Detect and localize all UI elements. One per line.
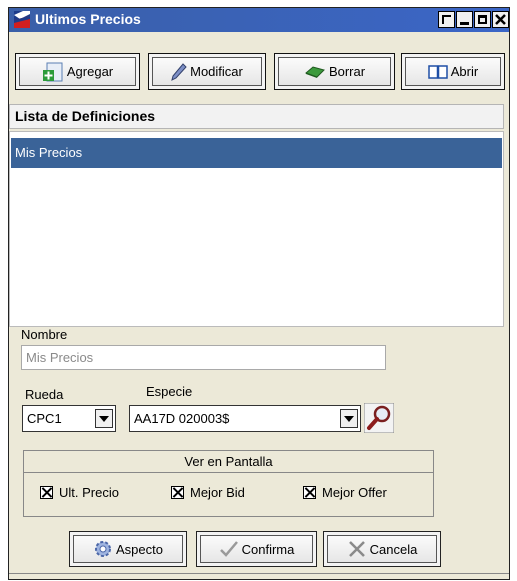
close-button[interactable] [492,11,509,28]
open-book-icon [428,64,448,79]
definitions-list[interactable]: Mis Precios [9,131,504,327]
title-bar[interactable]: Ultimos Precios [9,8,509,32]
especie-label: Especie [146,384,193,399]
name-field[interactable]: Mis Precios [21,345,386,370]
minimize-button[interactable] [456,11,473,28]
window-title: Ultimos Precios [35,11,141,27]
checkbox-label: Mejor Bid [190,485,245,500]
cancel-x-icon [348,541,365,557]
rueda-value: CPC1 [27,411,62,426]
minimize-icon [460,22,469,25]
checkmark-icon [219,541,238,557]
aspect-button-label: Aspecto [116,541,163,557]
group-title: Ver en Pantalla [24,451,433,473]
aspect-button[interactable]: Aspecto [69,531,187,567]
main-window: Ultimos Precios Agregar Modificar Borrar… [8,7,510,580]
rueda-label: Rueda [25,387,64,402]
checkbox-checked-icon[interactable] [303,486,316,499]
maximize-icon [478,15,487,24]
add-document-icon [42,62,63,81]
app-logo-icon [14,11,30,28]
cancel-button-label: Cancela [369,541,418,557]
checkbox-label: Mejor Offer [322,485,387,500]
list-header: Lista de Definiciones [9,104,504,129]
gear-icon [95,541,111,557]
search-icon[interactable] [364,403,394,433]
checkbox-checked-icon[interactable] [171,486,184,499]
cancel-button[interactable]: Cancela [323,531,441,567]
confirm-button-label: Confirma [241,541,295,557]
maximize-button[interactable] [474,11,491,28]
confirm-button[interactable]: Confirma [196,531,317,567]
especie-select[interactable]: AA17D 020003$ [129,405,361,432]
checkbox-label: Ult. Precio [59,485,119,500]
mejor-offer-checkbox[interactable]: Mejor Offer [303,485,387,500]
eraser-icon [304,65,325,78]
open-button-label: Abrir [450,64,479,79]
open-button[interactable]: Abrir [401,53,505,90]
chevron-down-icon[interactable] [95,409,113,428]
delete-button[interactable]: Borrar [274,53,395,90]
rueda-select[interactable]: CPC1 [22,405,116,432]
edit-button-label: Modificar [190,64,243,79]
add-button[interactable]: Agregar [15,53,140,90]
mejor-bid-checkbox[interactable]: Mejor Bid [171,485,245,500]
name-label: Nombre [21,327,68,342]
add-button-label: Agregar [66,64,114,79]
display-options-group: Ver en Pantalla Ult. Precio Mejor Bid Me… [23,450,434,517]
especie-value: AA17D 020003$ [134,411,230,426]
ult-precio-checkbox[interactable]: Ult. Precio [40,485,119,500]
delete-button-label: Borrar [328,64,366,79]
edit-button[interactable]: Modificar [148,53,266,90]
list-item[interactable]: Mis Precios [11,138,502,168]
checkbox-checked-icon[interactable] [40,486,53,499]
close-icon [495,14,506,25]
pencil-icon [171,62,187,81]
menu-window-button[interactable] [438,11,455,28]
chevron-down-icon[interactable] [340,409,358,428]
